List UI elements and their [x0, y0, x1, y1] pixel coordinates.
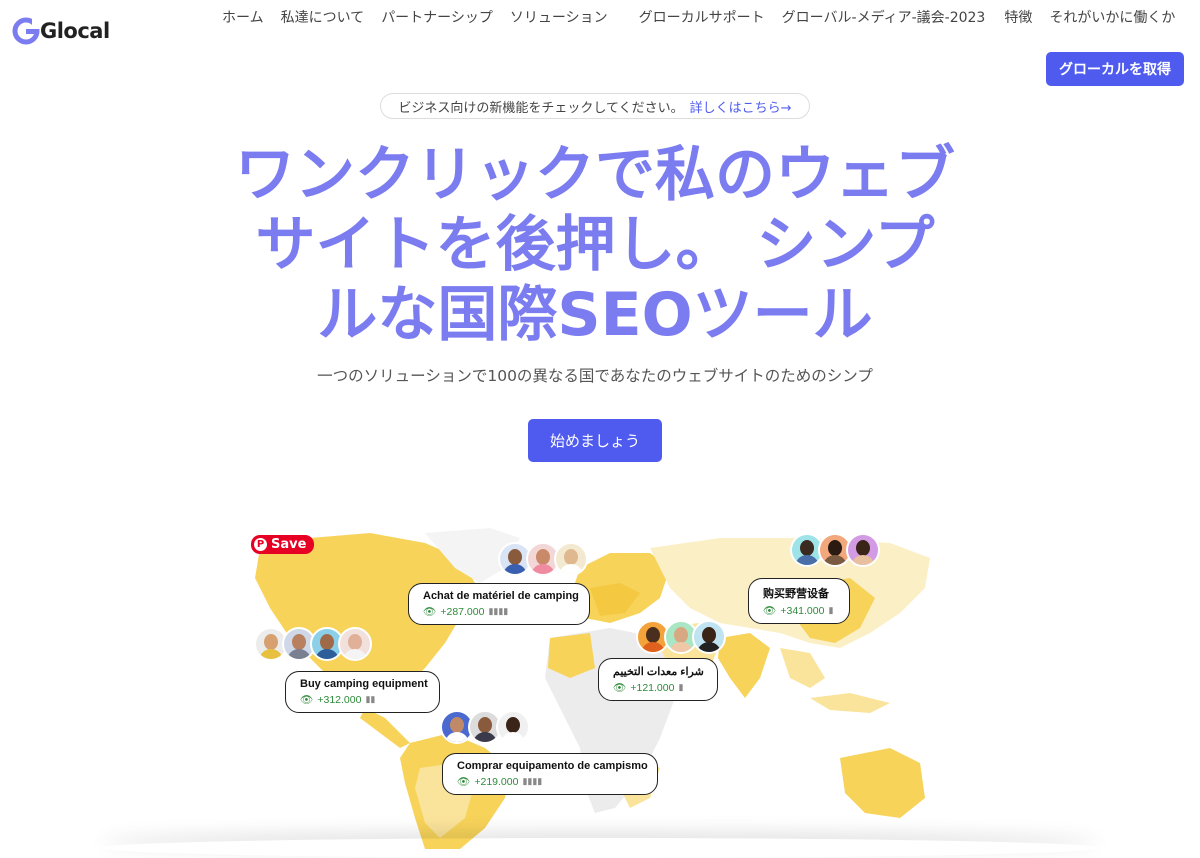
card-value: +219.000 [474, 775, 519, 788]
avatar-group-france [498, 542, 588, 576]
card-title: 购买野营设备 [763, 588, 829, 600]
card-title: Achat de matériel de camping [423, 590, 579, 602]
logo[interactable]: Glocal [12, 16, 110, 46]
hero-title: ワンクリックで私のウェブ サイトを後押し。 シンプ ルな国際SEOツール [200, 140, 990, 350]
save-label: Save [271, 537, 307, 552]
avatar-group-arabic [636, 620, 726, 654]
avatar [846, 533, 880, 567]
card-value-row: 👁 +341.000 ▮ [763, 604, 835, 618]
eye-icon: 👁 [613, 682, 627, 694]
get-started-button[interactable]: 始めましょう [528, 419, 662, 462]
pinterest-icon: P [254, 538, 267, 551]
flags-icon: ▮▮ [365, 694, 376, 704]
card-title: شراء معدات التخييم [613, 666, 704, 678]
main-nav: ホーム 私達について パートナーシップ ソリューション グローカルサポート グロ… [222, 7, 1175, 27]
card-value-row: 👁 +312.000 ▮▮ [300, 693, 425, 707]
card-value-row: 👁 +121.000 ▮ [613, 681, 703, 695]
keyword-card-english: Buy camping equipment 👁 +312.000 ▮▮ [285, 671, 440, 713]
nav-home[interactable]: ホーム [222, 7, 264, 27]
announcement-text: ビジネス向けの新機能をチェックしてください。 [398, 100, 684, 116]
avatar [496, 710, 530, 744]
card-value: +121.000 [630, 681, 675, 694]
eye-icon: 👁 [763, 605, 777, 617]
avatar [692, 620, 726, 654]
card-title: Buy camping equipment [300, 678, 428, 690]
flags-icon: ▮ [678, 682, 684, 692]
avatar [338, 627, 372, 661]
nav-features[interactable]: 特徴 [1004, 7, 1032, 27]
glocal-logo-icon [12, 17, 40, 45]
nav-global-media[interactable]: グローバル-メディア-議会-2023 [782, 7, 986, 27]
keyword-card-chinese: 购买野营设备 👁 +341.000 ▮ [748, 578, 850, 624]
avatar-group-china [790, 533, 880, 567]
avatar-group-portugal [440, 710, 530, 744]
flags-icon: ▮▮▮▮ [522, 776, 543, 786]
logo-text: Glocal [40, 19, 110, 43]
keyword-card-french: Achat de matériel de camping 👁 +287.000 … [408, 583, 590, 625]
keyword-card-portuguese: Comprar equipamento de campismo 👁 +219.0… [442, 753, 658, 795]
keyword-card-arabic: شراء معدات التخييم 👁 +121.000 ▮ [598, 658, 718, 701]
card-value: +341.000 [780, 604, 825, 617]
avatar-group-usa [254, 627, 372, 661]
card-value: +287.000 [440, 605, 485, 618]
flags-icon: ▮▮▮▮ [488, 606, 509, 616]
nav-about[interactable]: 私達について [281, 7, 365, 27]
avatar [554, 542, 588, 576]
hero-line: ルな国際SEOツール [317, 280, 873, 350]
nav-how-it-works[interactable]: それがいかに働くか [1049, 7, 1175, 27]
pinterest-save-button[interactable]: P Save [251, 535, 315, 554]
eye-icon: 👁 [457, 776, 471, 788]
get-glocal-button[interactable]: グローカルを取得 [1046, 52, 1184, 86]
nav-partnership[interactable]: パートナーシップ [381, 7, 493, 27]
eye-icon: 👁 [300, 694, 314, 706]
card-title: Comprar equipamento de campismo [457, 760, 648, 772]
card-value: +312.000 [317, 693, 362, 706]
eye-icon: 👁 [423, 606, 437, 618]
card-value-row: 👁 +287.000 ▮▮▮▮ [423, 605, 575, 619]
nav-support[interactable]: グローカルサポート [639, 7, 765, 27]
section-divider [100, 838, 1100, 858]
card-value-row: 👁 +219.000 ▮▮▮▮ [457, 775, 643, 789]
hero-line: ワンクリックで私のウェブ [235, 140, 955, 210]
hero-subtitle: 一つのソリューションで100の異なる国であなたのウェブサイトのためのシンプ [317, 367, 873, 385]
nav-solutions[interactable]: ソリューション [510, 7, 608, 27]
hero-line: サイトを後押し。 シンプ [255, 210, 935, 280]
flags-icon: ▮ [828, 605, 834, 615]
announcement-link[interactable]: 詳しくはこちら→ [690, 97, 792, 116]
announcement-banner: ビジネス向けの新機能をチェックしてください。 詳しくはこちら→ [380, 93, 810, 119]
